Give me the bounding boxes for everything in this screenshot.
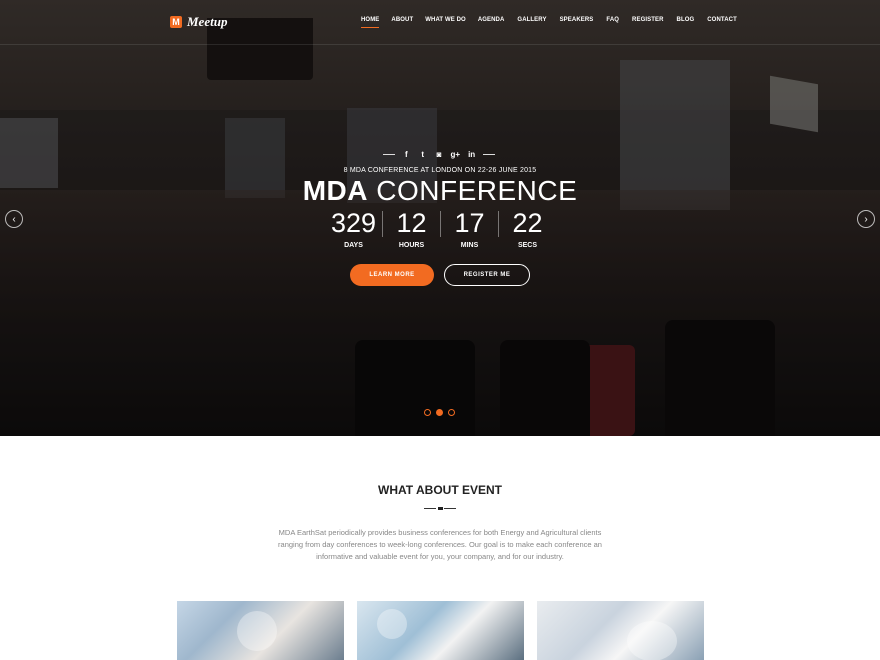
countdown-label: SECS — [517, 242, 538, 249]
site-logo[interactable]: M Meetup — [170, 14, 227, 30]
nav-item-about[interactable]: ABOUT — [391, 17, 413, 23]
social-links: f t ◙ g+ in — [383, 150, 495, 159]
nav-item-home[interactable]: HOME — [361, 17, 380, 28]
slider-next-arrow-icon[interactable]: › — [857, 210, 875, 228]
learn-more-button[interactable]: LEARN MORE — [350, 264, 434, 286]
slider-dot-active[interactable] — [436, 409, 443, 416]
nav-item-speakers[interactable]: SPEAKERS — [560, 17, 594, 23]
slider-dot[interactable] — [448, 409, 455, 416]
nav-item-blog[interactable]: BLOG — [677, 17, 695, 23]
linkedin-icon[interactable]: in — [467, 150, 477, 159]
twitter-icon[interactable]: t — [418, 150, 428, 159]
countdown-label: HOURS — [398, 242, 425, 249]
countdown-mins: 17 MINS — [441, 207, 498, 249]
countdown-value: 22 — [512, 208, 543, 238]
instagram-icon[interactable]: ◙ — [434, 150, 444, 159]
nav-item-register[interactable]: REGISTER — [632, 17, 663, 23]
feature-card-image[interactable] — [537, 601, 704, 660]
slider-prev-arrow-icon[interactable]: ‹ — [5, 210, 23, 228]
about-description: MDA EarthSat periodically provides busin… — [278, 528, 602, 561]
social-divider-right — [482, 154, 495, 155]
about-title-divider — [424, 507, 456, 510]
feature-cards — [177, 601, 704, 660]
countdown-hours: 12 HOURS — [383, 207, 440, 249]
google-plus-icon[interactable]: g+ — [450, 150, 461, 159]
slider-pagination — [424, 409, 455, 416]
countdown-label: MINS — [460, 242, 479, 249]
nav-item-agenda[interactable]: AGENDA — [478, 17, 505, 23]
nav-item-faq[interactable]: FAQ — [606, 17, 619, 23]
countdown-value: 12 — [396, 208, 427, 238]
hero-title-bold: MDA — [302, 175, 368, 206]
about-section-title: WHAT ABOUT EVENT — [378, 483, 502, 497]
hero-title-light: CONFERENCE — [376, 175, 578, 206]
logo-mark: M — [170, 16, 182, 28]
register-me-button[interactable]: REGISTER ME — [444, 264, 530, 286]
countdown-label: DAYS — [344, 242, 363, 249]
social-divider-left — [383, 154, 395, 155]
header-divider — [0, 44, 880, 45]
feature-card-image[interactable] — [357, 601, 524, 660]
countdown-value: 329 — [330, 208, 377, 238]
nav-item-contact[interactable]: CONTACT — [707, 17, 737, 23]
nav-item-gallery[interactable]: GALLERY — [517, 17, 546, 23]
countdown-secs: 22 SECS — [499, 207, 556, 249]
logo-text: Meetup — [187, 14, 228, 29]
feature-card-image[interactable] — [177, 601, 344, 660]
facebook-icon[interactable]: f — [401, 150, 411, 159]
countdown-days: 329 DAYS — [325, 207, 382, 249]
hero-subtitle: 8 MDA CONFERENCE AT LONDON ON 22-26 JUNE… — [343, 167, 537, 174]
slider-dot[interactable] — [424, 409, 431, 416]
countdown-value: 17 — [454, 208, 485, 238]
countdown-timer: 329 DAYS 12 HOURS 17 MINS 22 SECS — [325, 207, 556, 249]
nav-item-what-we-do[interactable]: WHAT WE DO — [425, 17, 466, 23]
hero-title: MDA CONFERENCE — [0, 175, 880, 207]
main-nav: HOME ABOUT WHAT WE DO AGENDA GALLERY SPE… — [361, 17, 737, 28]
